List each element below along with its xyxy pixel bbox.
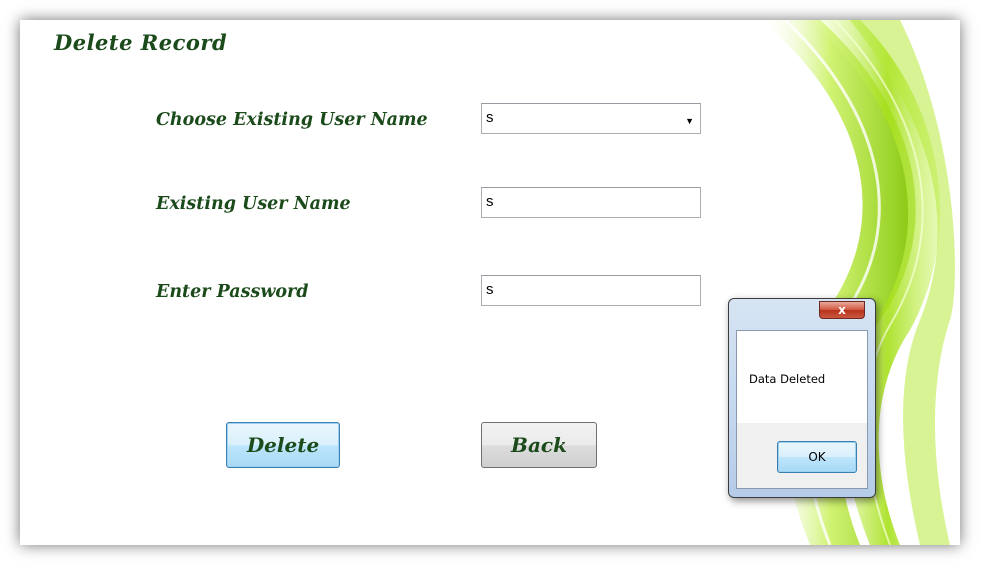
password-field[interactable]: s [481,275,701,306]
delete-button[interactable]: Delete [226,422,340,468]
close-icon: x [838,303,846,317]
back-button[interactable]: Back [481,422,597,468]
chevron-down-icon[interactable]: ▼ [685,116,694,133]
page-title: Delete Record [54,30,228,55]
existing-user-label: Existing User Name [156,194,351,214]
ok-button[interactable]: OK [777,441,857,473]
existing-user-field[interactable]: s [481,187,701,218]
choose-user-value: s [486,109,494,126]
password-label: Enter Password [156,282,309,302]
message-dialog: x Data Deleted OK [728,298,876,498]
choose-user-label: Choose Existing User Name [156,110,428,130]
choose-user-dropdown[interactable]: s ▼ [481,103,701,134]
dialog-message: Data Deleted [749,372,826,386]
close-button[interactable]: x [819,301,865,319]
dialog-body: Data Deleted OK [736,330,868,489]
dialog-content: Data Deleted [737,331,867,423]
